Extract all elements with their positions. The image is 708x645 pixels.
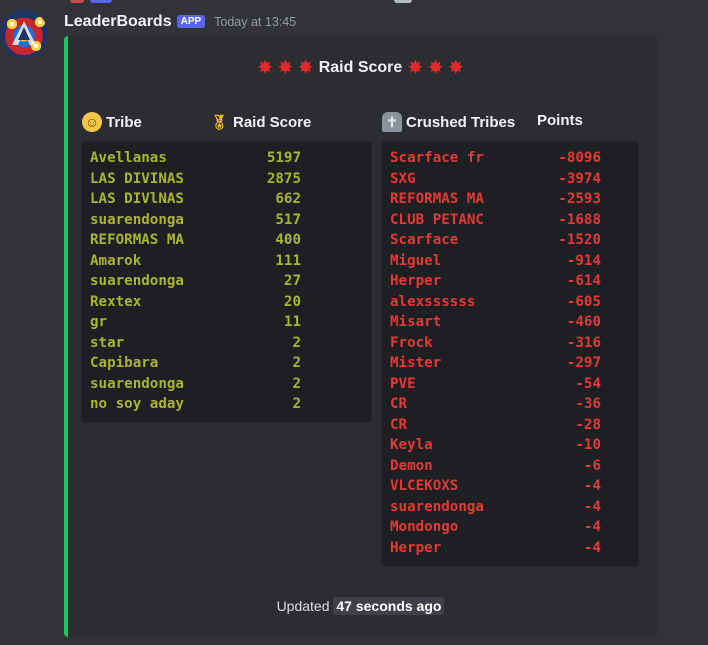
score-value: -4 — [583, 498, 601, 515]
score-value: -460 — [566, 314, 601, 330]
score-value: 27 — [283, 273, 301, 289]
score-value: 20 — [283, 293, 301, 310]
raid-score-header-label: Raid Score — [233, 113, 312, 131]
bot-avatar[interactable] — [0, 10, 48, 58]
score-value: 111 — [275, 252, 301, 269]
collision-icon: ✸ — [428, 58, 443, 77]
points-header-label: Points — [537, 112, 583, 129]
embed-accent-bar — [64, 36, 68, 637]
title-burst-right: ✸ ✸ ✸ — [408, 58, 463, 78]
embed-title: ✸ ✸ ✸ Raid Score ✸ ✸ ✸ — [64, 58, 657, 78]
username[interactable]: LeaderBoards — [64, 13, 172, 31]
timestamp[interactable]: Today at 13:45 — [214, 15, 296, 29]
score-value: -36 — [575, 396, 601, 412]
tribe-header-label: Tribe — [106, 113, 142, 131]
headstone-icon: ✝ — [382, 112, 402, 132]
app-badge: APP — [176, 14, 206, 28]
score-value: -1520 — [558, 232, 601, 248]
score-value: 11 — [283, 314, 301, 330]
score-value: -2593 — [558, 191, 601, 207]
score-value: -605 — [566, 293, 601, 310]
collision-icon: ✸ — [408, 58, 423, 77]
footer-relative-time[interactable]: 47 seconds ago — [333, 597, 445, 615]
collision-icon: ✸ — [278, 58, 293, 77]
field-points-header: Points — [537, 112, 583, 129]
crushed-header-label: Crushed Tribes — [406, 113, 516, 131]
ark-logo-icon — [12, 21, 36, 45]
smiling-face-icon: ☺ — [82, 112, 102, 132]
score-value: 400 — [275, 232, 301, 248]
medal-icon: 🏅︎ — [210, 114, 228, 130]
score-value: -4 — [583, 478, 601, 494]
embed-title-text: Raid Score — [318, 59, 403, 76]
field-tribe-header: ☺ Tribe — [82, 112, 142, 132]
score-value: -297 — [566, 355, 601, 371]
collision-icon: ✸ — [257, 58, 273, 77]
collision-icon: ✸ — [448, 58, 464, 77]
message-header: LeaderBoards APP Today at 13:45 — [64, 11, 296, 33]
score-value: -8096 — [558, 150, 601, 166]
score-value: 662 — [275, 191, 301, 207]
score-value: 2 — [292, 355, 301, 371]
crushed-tribes-codeblock: Scarface fr -8096 SXG -3974 REFORMAS MA -2593… — [381, 141, 639, 567]
score-value: -54 — [575, 375, 601, 392]
score-value: -614 — [566, 273, 601, 289]
score-value: 5197 — [266, 150, 301, 166]
score-value: 2875 — [266, 170, 301, 187]
score-value: 517 — [275, 211, 301, 228]
score-value: 2 — [292, 334, 301, 351]
collision-icon: ✸ — [298, 58, 313, 77]
score-value: 2 — [292, 375, 301, 392]
score-value: -10 — [575, 437, 601, 453]
score-value: -4 — [583, 539, 601, 556]
score-value: -914 — [566, 252, 601, 269]
field-raid-score-header: 🏅︎ Raid Score — [209, 112, 311, 132]
score-value: -4 — [583, 519, 601, 535]
title-burst-left: ✸ ✸ ✸ — [258, 58, 313, 78]
score-value: -3974 — [558, 170, 601, 187]
score-value: -28 — [575, 416, 601, 433]
embed-footer: Updated 47 seconds ago — [64, 597, 657, 615]
raid-score-codeblock: Avellanas 5197 LAS DIVINAS 2875 LAS DIVlNAS 6… — [81, 141, 372, 423]
score-value: -1688 — [558, 211, 601, 228]
embed-card: ✸ ✸ ✸ Raid Score ✸ ✸ ✸ ☺ Tribe 🏅︎ Raid S… — [64, 36, 657, 637]
discord-message-page: LeaderBoards APP Today at 13:45 ✸ ✸ ✸ Ra… — [0, 0, 708, 645]
score-value: 2 — [292, 396, 301, 412]
field-crushed-header: ✝ Crushed Tribes — [382, 112, 515, 132]
previous-message-edge — [0, 0, 708, 4]
score-value: -6 — [583, 457, 601, 474]
score-value: -316 — [566, 334, 601, 351]
footer-prefix: Updated — [276, 598, 330, 614]
